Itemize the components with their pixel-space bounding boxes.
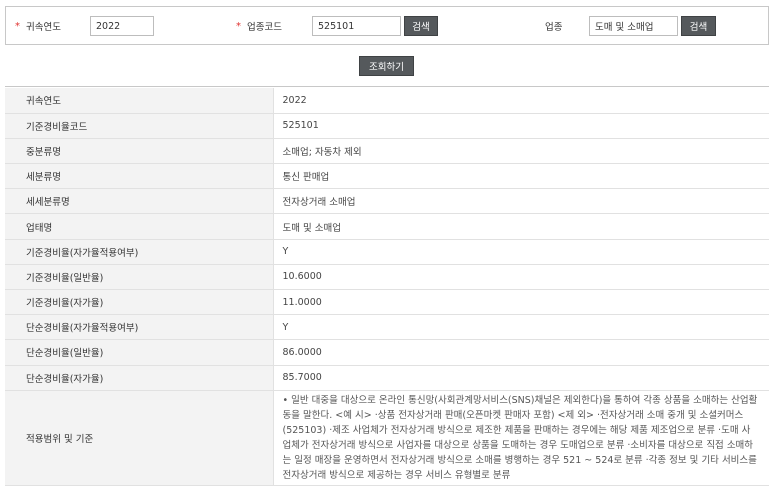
table-row: 세세분류명 전자상거래 소매업: [5, 188, 769, 215]
table-row: 단순경비율(자가율적용여부) Y: [5, 314, 769, 341]
table-row: 귀속연도 2022: [5, 88, 769, 114]
business-search-button[interactable]: 검색: [681, 16, 716, 36]
row-value: 525101: [273, 113, 769, 139]
row-label: 업태명: [5, 213, 274, 240]
row-label: 기준경비율코드: [5, 113, 274, 139]
table-row: 업태명 도매 및 소매업: [5, 213, 769, 240]
row-label: 귀속연도: [5, 88, 274, 114]
year-label: 귀속연도: [26, 22, 61, 33]
divider: [5, 86, 769, 87]
row-label: 단순경비율(자가율적용여부): [5, 314, 274, 341]
year-field-label: * 귀속연도: [15, 16, 61, 36]
code-field-label: * 업종코드: [236, 16, 282, 36]
table-row: 단순경비율(자가율) 85.7000: [5, 365, 769, 391]
row-value: 85.7000: [273, 365, 769, 391]
code-search-button[interactable]: 검색: [404, 16, 438, 36]
row-value: 전자상거래 소매업: [273, 188, 769, 215]
business-input[interactable]: [589, 16, 678, 36]
table-row: 세분류명 통신 판매업: [5, 163, 769, 190]
row-label: 세세분류명: [5, 188, 274, 215]
row-value: Y: [273, 239, 769, 265]
table-row: 기준경비율(자가율) 11.0000: [5, 289, 769, 316]
table-row: 단순경비율(일반율) 86.0000: [5, 339, 769, 366]
table-row: 기준경비율(일반율) 10.6000: [5, 264, 769, 291]
row-value: 2022: [273, 88, 769, 114]
row-label: 세분류명: [5, 163, 274, 190]
row-value: 소매업; 자동차 제외: [273, 138, 769, 165]
table-row: 적용범위 및 기준 • 일반 대중을 대상으로 온라인 통신망(사회관계망서비스(…: [5, 390, 769, 486]
row-label: 단순경비율(자가율): [5, 365, 274, 391]
row-label: 기준경비율(자가율): [5, 289, 274, 316]
query-button[interactable]: 조회하기: [359, 56, 414, 76]
row-value: Y: [273, 314, 769, 341]
row-label: 기준경비율(일반율): [5, 264, 274, 291]
code-label: 업종코드: [247, 22, 282, 33]
row-label: 단순경비율(일반율): [5, 339, 274, 366]
row-value: 11.0000: [273, 289, 769, 316]
row-label: 기준경비율(자가율적용여부): [5, 239, 274, 265]
table-row: 중분류명 소매업; 자동차 제외: [5, 138, 769, 165]
required-mark: *: [15, 20, 20, 32]
row-value: 10.6000: [273, 264, 769, 291]
table-row: 기준경비율(자가율적용여부) Y: [5, 239, 769, 265]
search-panel: * 귀속연도 * 업종코드 검색 업종 검색: [5, 6, 769, 45]
row-value: 86.0000: [273, 339, 769, 366]
row-label: 중분류명: [5, 138, 274, 165]
business-label: 업종: [545, 22, 563, 33]
required-mark: *: [236, 20, 241, 32]
code-input[interactable]: [312, 16, 401, 36]
year-input[interactable]: [90, 16, 154, 36]
result-table: 귀속연도 2022 기준경비율코드 525101 중분류명 소매업; 자동차 제외 세분류명…: [5, 88, 769, 486]
row-value: 통신 판매업: [273, 163, 769, 190]
business-field-label: 업종: [545, 16, 562, 36]
row-value: 도매 및 소매업: [273, 213, 769, 240]
row-label: 적용범위 및 기준: [5, 390, 274, 486]
table-row: 기준경비율코드 525101: [5, 113, 769, 139]
row-value: • 일반 대중을 대상으로 온라인 통신망(사회관계망서비스(SNS)채널은 제…: [273, 390, 769, 486]
